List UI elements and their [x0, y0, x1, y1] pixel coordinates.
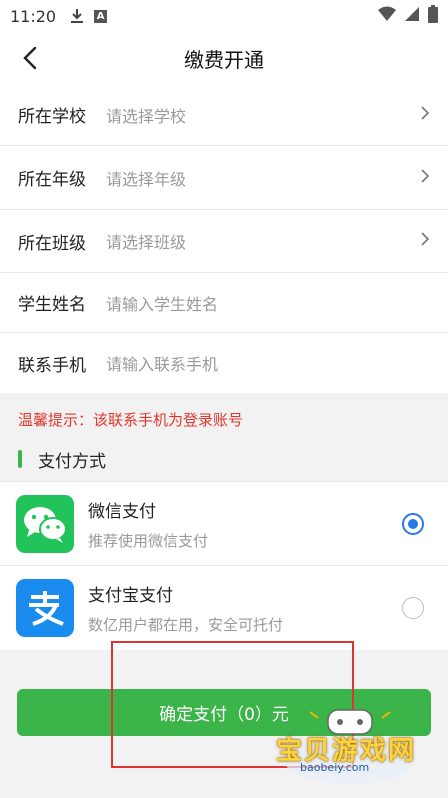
status-bar: 11:20 A [0, 0, 448, 32]
class-label: 所在班级 [18, 233, 86, 254]
chevron-right-icon [420, 231, 430, 251]
page-title: 缴费开通 [184, 47, 264, 72]
phone-label: 联系手机 [18, 355, 86, 376]
alipay-desc: 数亿用户都在用，安全可托付 [88, 616, 284, 634]
wifi-icon [378, 6, 396, 26]
payment-section-header: 支付方式 [0, 437, 448, 481]
grade-label: 所在年级 [18, 170, 86, 190]
payment-method-list: 微信支付 推荐使用微信支付 支付宝支付 数亿用户都在用，安全可托付 [0, 481, 448, 650]
download-icon [70, 8, 84, 24]
chevron-right-icon [420, 168, 430, 188]
chevron-right-icon [420, 105, 430, 125]
wechat-logo-icon [16, 494, 74, 553]
student-name-input[interactable]: 请输入学生姓名 [106, 291, 430, 315]
grade-value: 请选择年级 [106, 169, 187, 189]
student-name-label: 学生姓名 [18, 295, 86, 315]
class-select-row[interactable]: 所在班级 请选择班级 [0, 210, 448, 273]
wechat-pay-radio[interactable] [402, 512, 424, 535]
school-value: 请选择学校 [106, 106, 187, 126]
phone-row[interactable]: 联系手机 请输入联系手机 [0, 333, 448, 393]
app-header: 缴费开通 [0, 32, 448, 84]
alipay-radio[interactable] [402, 597, 424, 619]
wechat-pay-name: 微信支付 [88, 501, 156, 522]
status-time: 11:20 [10, 6, 57, 26]
student-name-row[interactable]: 学生姓名 请输入学生姓名 [0, 273, 448, 333]
watermark-url: baobeiy.com [300, 761, 370, 774]
alipay-name: 支付宝支付 [88, 586, 173, 606]
class-value: 请选择班级 [106, 233, 187, 252]
battery-icon [428, 5, 438, 27]
grade-select-row[interactable]: 所在年级 请选择年级 [0, 146, 448, 210]
school-label: 所在学校 [18, 107, 86, 127]
a-badge-icon: A [94, 9, 108, 23]
payment-section-title: 支付方式 [38, 451, 106, 472]
registration-form: 所在学校 请选择学校 所在年级 请选择年级 所在班级 请选择班级 学生姓名 请输… [0, 84, 448, 393]
back-arrow-icon[interactable] [16, 44, 44, 72]
login-hint: 温馨提示：该联系手机为登录账号 [0, 393, 448, 437]
wechat-pay-desc: 推荐使用微信支付 [88, 531, 209, 550]
wechat-pay-option[interactable]: 微信支付 推荐使用微信支付 [0, 482, 448, 566]
alipay-logo-icon [16, 579, 74, 637]
school-select-row[interactable]: 所在学校 请选择学校 [0, 84, 448, 146]
phone-input[interactable]: 请输入联系手机 [106, 351, 430, 375]
section-accent-bar [18, 450, 22, 468]
signal-icon [404, 6, 420, 26]
alipay-option[interactable]: 支付宝支付 数亿用户都在用，安全可托付 [0, 566, 448, 650]
